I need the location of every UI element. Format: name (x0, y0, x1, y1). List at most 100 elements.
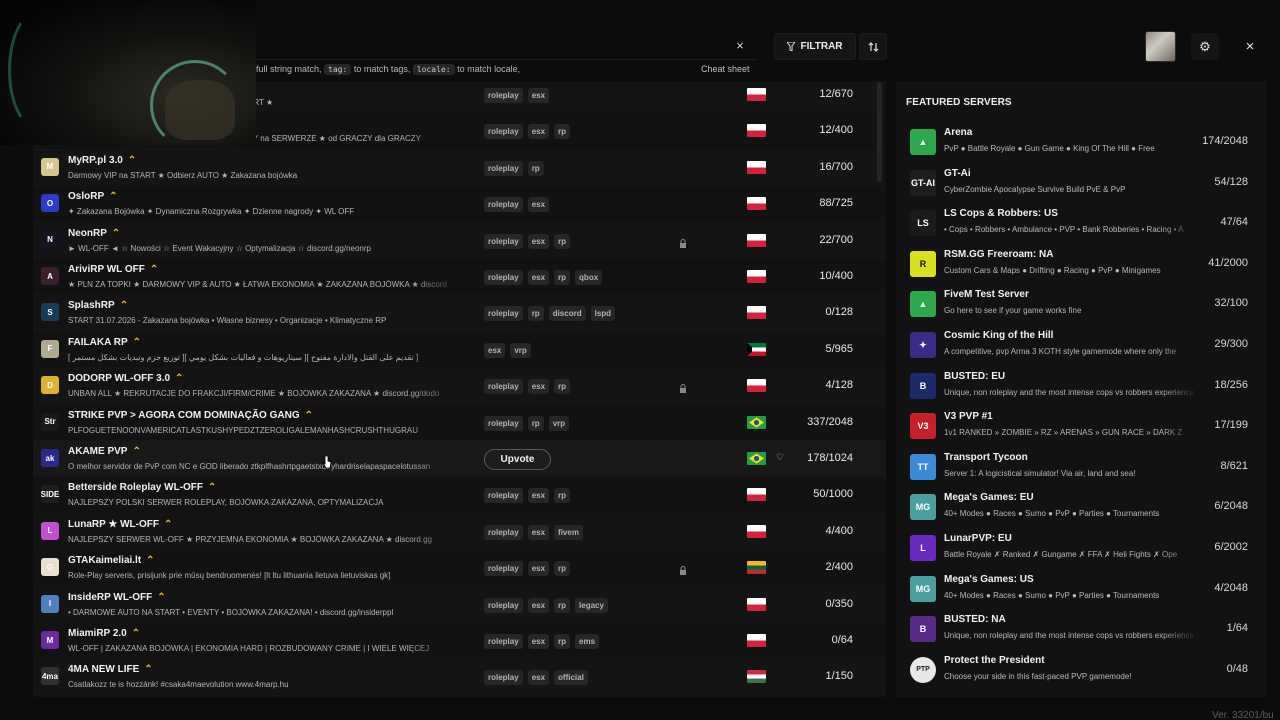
tag-badge[interactable]: rp (554, 488, 571, 504)
server-list-scrollbar[interactable] (877, 82, 882, 182)
tag-badge[interactable]: esx (484, 342, 506, 358)
tag-badge[interactable]: roleplay (484, 561, 523, 577)
user-avatar[interactable] (1145, 31, 1176, 62)
tag-badge[interactable]: vrp (510, 342, 531, 358)
favorite-heart-icon[interactable]: ♡ (776, 452, 784, 463)
tag-badge[interactable]: fivem (554, 524, 583, 540)
featured-server-row[interactable]: B BUSTED: NA Unique, non roleplay and the … (896, 610, 1267, 651)
server-row[interactable]: I InsideRP WL-OFF ⌃ • DARMOWE AUTO NA START… (33, 586, 886, 623)
server-icon: M (41, 631, 59, 649)
server-row[interactable]: S SplashRP ⌃ START 31.07.2026 - Zakazana bo… (33, 295, 886, 332)
featured-server-row[interactable]: ▲ Arena PvP ● Battle Royale ● Gun Game ● K… (896, 123, 1267, 164)
tag-badge[interactable]: rp (554, 597, 571, 613)
server-row[interactable]: Str STRIKE PVP > AGORA COM DOMINAÇÃO GANG… (33, 405, 886, 441)
filter-button[interactable]: FILTRAR (774, 33, 856, 60)
tag-badge[interactable]: lspd (590, 306, 616, 322)
featured-server-row[interactable]: ✦ Cosmic King of the Hill A competitive, p… (896, 326, 1267, 367)
tag-badge[interactable]: roleplay (484, 306, 523, 322)
cheat-sheet-link[interactable]: Cheat sheet (701, 64, 750, 74)
featured-server-row[interactable]: B BUSTED: EU Unique, non roleplay and the … (896, 367, 1267, 408)
tag-badge[interactable]: rp (554, 634, 571, 649)
tag-badge[interactable]: rp (527, 306, 544, 322)
search-clear-button[interactable]: × (732, 37, 748, 55)
tag-badge[interactable]: roleplay (484, 233, 523, 249)
player-count: 4/128 (825, 379, 853, 392)
tag-badge[interactable]: rp (554, 124, 571, 140)
server-description: O melhor servidor de PvP com NC e GOD li… (68, 462, 431, 471)
player-count: 337/2048 (807, 415, 853, 428)
featured-server-row[interactable]: R RSM.GG Freeroam: NA Custom Cars & Maps ●… (896, 245, 1267, 286)
server-row[interactable]: N NeonRP ⌃ ► WL-OFF ◄ ☆ Nowości ☆ Event Wak… (33, 222, 886, 259)
tag-badge[interactable]: rp (554, 233, 571, 249)
tag-badge[interactable]: roleplay (484, 160, 523, 176)
server-row[interactable]: L LunaRP ★ WL-OFF ⌃ NAJLEPSZY SERWER WL-OFF… (33, 513, 886, 551)
featured-server-row[interactable]: GT-AI GT-Ai CyberZombie Apocalypse Survive… (896, 164, 1267, 205)
tag-badge[interactable]: esx (527, 488, 550, 504)
server-row[interactable]: F FAILAKA RP ⌃ [ توزيع حزم وتبديات بشكل مست… (33, 332, 886, 369)
tag-badge[interactable]: rp (554, 270, 571, 285)
tag-badge[interactable]: roleplay (484, 634, 523, 649)
tag-badge[interactable]: roleplay (484, 379, 523, 395)
upvote-button[interactable]: Upvote (484, 449, 551, 470)
server-row[interactable]: SIDE Betterside Roleplay WL-OFF ⌃ NAJLEPSZY… (33, 477, 886, 514)
tag-badge[interactable]: roleplay (484, 124, 523, 140)
tag-badge[interactable]: ems (575, 634, 600, 649)
lock-icon (679, 562, 687, 576)
server-tags: roleplay rp vrp (484, 415, 570, 431)
server-row[interactable]: G GTAKaimeliai.lt ⌃ Role-Play serveris, pri… (33, 550, 886, 587)
tag-badge[interactable]: vrp (548, 415, 570, 431)
tag-badge[interactable]: esx (527, 561, 550, 577)
tag-badge[interactable]: roleplay (484, 197, 523, 213)
tag-badge[interactable]: roleplay (484, 670, 523, 686)
search-input[interactable] (256, 34, 756, 60)
featured-server-row[interactable]: MG Mega's Games: US 40+ Modes ● Races ● Su… (896, 570, 1267, 611)
tag-badge[interactable]: esx (527, 634, 550, 649)
tag-badge[interactable]: roleplay (484, 597, 523, 613)
server-row[interactable]: O OsloRP ⌃ ✦ Zakazana Bojówka ✦ Dynamiczna … (33, 186, 886, 223)
tag-badge[interactable]: rp (554, 379, 571, 395)
server-row[interactable]: M MyRP.pl 3.0 ⌃ Darmowy VIP na START ★ Odbi… (33, 149, 886, 187)
app-root: × full string match, tag: to match tags,… (0, 0, 1280, 720)
server-name: STRIKE PVP > AGORA COM DOMINAÇÃO GANG ⌃ (68, 410, 313, 421)
tag-badge[interactable]: roleplay (484, 415, 523, 431)
tag-badge[interactable]: esx (527, 124, 550, 140)
server-row[interactable]: M MiamiRP 2.0 ⌃ WL-OFF | ZAKAZANA BOJÓWKA |… (33, 623, 886, 660)
tag-badge[interactable]: legacy (575, 597, 608, 613)
tag-badge[interactable]: esx (527, 233, 550, 249)
tag-badge[interactable]: discord (548, 306, 586, 322)
tag-badge[interactable]: esx (527, 670, 550, 686)
featured-server-row[interactable]: LS LS Cops & Robbers: US • Cops • Robbers … (896, 204, 1267, 245)
featured-server-row[interactable]: MG Mega's Games: EU 40+ Modes ● Races ● Su… (896, 488, 1267, 529)
tag-badge[interactable]: esx (527, 379, 550, 395)
tag-badge[interactable]: qbox (575, 270, 603, 285)
close-button[interactable]: × (1236, 33, 1264, 60)
tag-badge[interactable]: rp (527, 415, 544, 431)
tag-badge[interactable]: roleplay (484, 270, 523, 285)
sort-button[interactable] (859, 33, 887, 60)
tag-badge[interactable]: esx (527, 88, 550, 103)
server-row[interactable]: 4ma 4MA NEW LIFE ⌃ Csatlakozz te is hozzánk… (33, 659, 886, 696)
tag-badge[interactable]: esx (527, 524, 550, 540)
featured-server-row[interactable]: V3 V3 PVP #1 1v1 RANKED » ZOMBIE » RZ » AR… (896, 407, 1267, 448)
tag-badge[interactable]: roleplay (484, 488, 523, 504)
tag-badge[interactable]: roleplay (484, 524, 523, 540)
featured-server-name: Protect the President (944, 654, 1045, 666)
server-row[interactable]: ak AKAME PVP ⌃ O melhor servidor de PvP com… (33, 441, 886, 478)
server-icon: D (41, 376, 59, 395)
player-count: 50/1000 (813, 488, 853, 501)
server-row[interactable]: D DODORP WL-OFF 3.0 ⌃ UNBAN ALL ★ REKRUTACJ… (33, 368, 886, 405)
tag-badge[interactable]: rp (554, 561, 571, 577)
tag-badge[interactable]: esx (527, 597, 550, 613)
settings-button[interactable]: ⚙ (1191, 33, 1219, 60)
hint-locale-code: locale: (412, 64, 455, 75)
tag-badge[interactable]: esx (527, 270, 550, 285)
featured-server-row[interactable]: TT Transport Tycoon Server 1: A logicistic… (896, 448, 1267, 489)
featured-server-row[interactable]: L LunarPVP: EU Battle Royale ✗ Ranked ✗ Gu… (896, 529, 1267, 570)
featured-server-row[interactable]: PTP Protect the President Choose your side… (896, 651, 1267, 692)
tag-badge[interactable]: rp (527, 160, 544, 176)
tag-badge[interactable]: roleplay (484, 88, 523, 103)
server-row[interactable]: A AriviRP WL OFF ⌃ ★ PLN ZA TOPKI ★ DARMOWY… (33, 259, 886, 296)
featured-server-row[interactable]: ▲ FiveM Test Server Go here to see if your… (896, 285, 1267, 326)
tag-badge[interactable]: official (554, 670, 588, 686)
tag-badge[interactable]: esx (527, 197, 550, 213)
